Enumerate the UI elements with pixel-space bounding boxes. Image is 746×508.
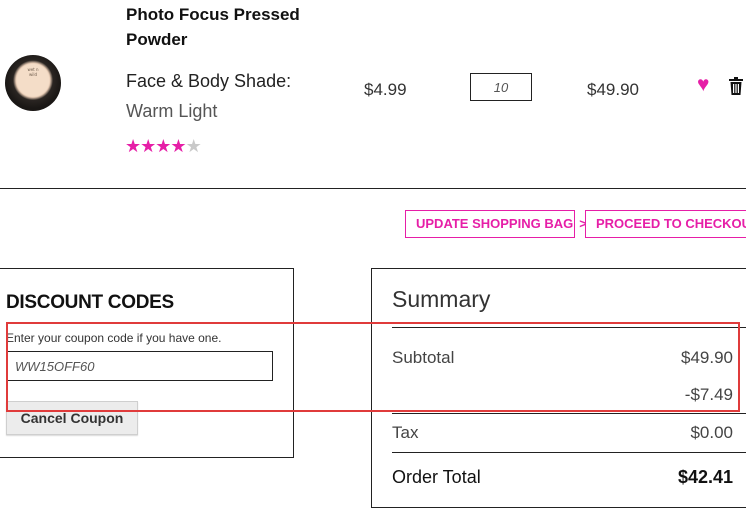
quantity-input[interactable]	[470, 73, 532, 101]
proceed-to-checkout-label: PROCEED TO CHECKOUT	[596, 216, 746, 231]
tax-label: Tax	[392, 423, 419, 442]
highlight-box	[6, 322, 740, 412]
star-icon: ★	[140, 136, 156, 156]
star-icon: ★	[185, 136, 202, 156]
product-thumbnail[interactable]: wet n wild	[5, 55, 61, 111]
summary-divider	[392, 413, 746, 414]
shade-value: Warm Light	[126, 101, 218, 121]
star-icon: ★	[155, 136, 171, 156]
update-shopping-bag-label: UPDATE SHOPPING BAG	[416, 216, 574, 231]
heart-icon[interactable]: ♥	[697, 73, 709, 97]
tax-value: $0.00	[690, 423, 733, 442]
line-total: $49.90	[587, 80, 639, 99]
summary-divider	[392, 452, 746, 453]
trash-icon[interactable]	[728, 77, 744, 95]
unit-price: $4.99	[364, 80, 407, 99]
proceed-to-checkout-button[interactable]: PROCEED TO CHECKOUT>	[585, 210, 746, 238]
product-name[interactable]: Photo Focus Pressed Powder	[126, 2, 316, 52]
star-icon: ★	[125, 136, 141, 156]
order-total-label: Order Total	[392, 467, 481, 487]
summary-title: Summary	[392, 286, 491, 312]
row-divider	[0, 188, 746, 189]
star-icon: ★	[170, 136, 186, 156]
update-shopping-bag-button[interactable]: UPDATE SHOPPING BAG >	[405, 210, 587, 238]
product-rating: ★★★★★	[125, 136, 202, 157]
product-thumbnail-logo: wet n wild	[27, 67, 39, 77]
order-total-value: $42.41	[677, 467, 733, 487]
shade-label: Face & Body Shade:	[126, 71, 292, 91]
discount-codes-title: DISCOUNT CODES	[6, 292, 174, 313]
